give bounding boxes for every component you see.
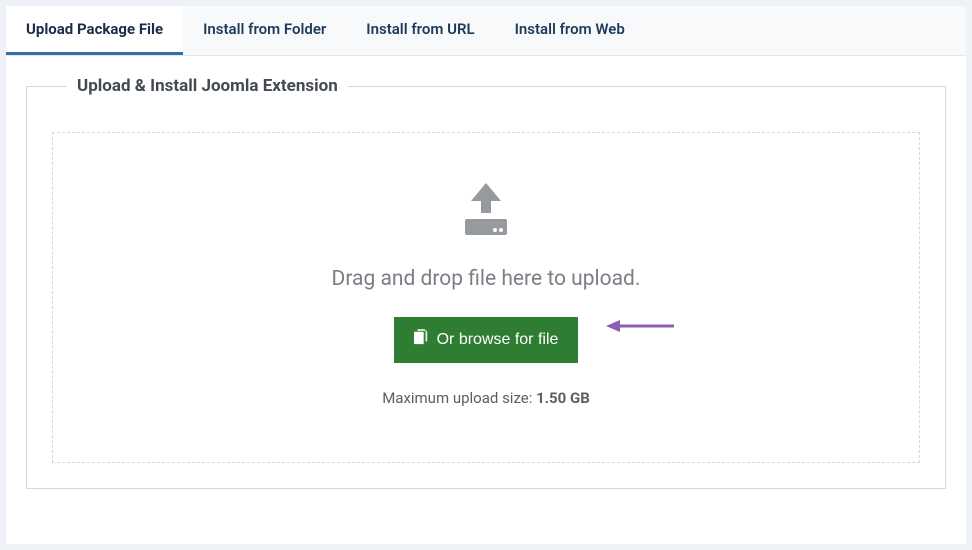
- tab-install-web[interactable]: Install from Web: [495, 6, 645, 55]
- max-upload-size: Maximum upload size: 1.50 GB: [73, 389, 899, 407]
- max-size-label: Maximum upload size:: [382, 389, 536, 407]
- browse-button-label: Or browse for file: [437, 331, 559, 349]
- drop-instruction: Drag and drop file here to upload.: [73, 267, 899, 291]
- browse-button[interactable]: Or browse for file: [394, 317, 579, 363]
- tab-install-url[interactable]: Install from URL: [346, 6, 494, 55]
- max-size-value: 1.50 GB: [536, 389, 590, 407]
- upload-fieldset: Upload & Install Joomla Extension Drag a…: [26, 86, 946, 489]
- fieldset-legend: Upload & Install Joomla Extension: [67, 76, 348, 96]
- install-panel: Upload Package File Install from Folder …: [6, 6, 966, 544]
- tabs-bar: Upload Package File Install from Folder …: [6, 6, 966, 56]
- copy-icon: [414, 329, 429, 351]
- tab-content: Upload & Install Joomla Extension Drag a…: [6, 56, 966, 509]
- drop-zone[interactable]: Drag and drop file here to upload. Or br…: [52, 132, 920, 463]
- tab-upload-package[interactable]: Upload Package File: [6, 6, 183, 55]
- upload-icon: [451, 183, 521, 245]
- tab-install-folder[interactable]: Install from Folder: [183, 6, 346, 55]
